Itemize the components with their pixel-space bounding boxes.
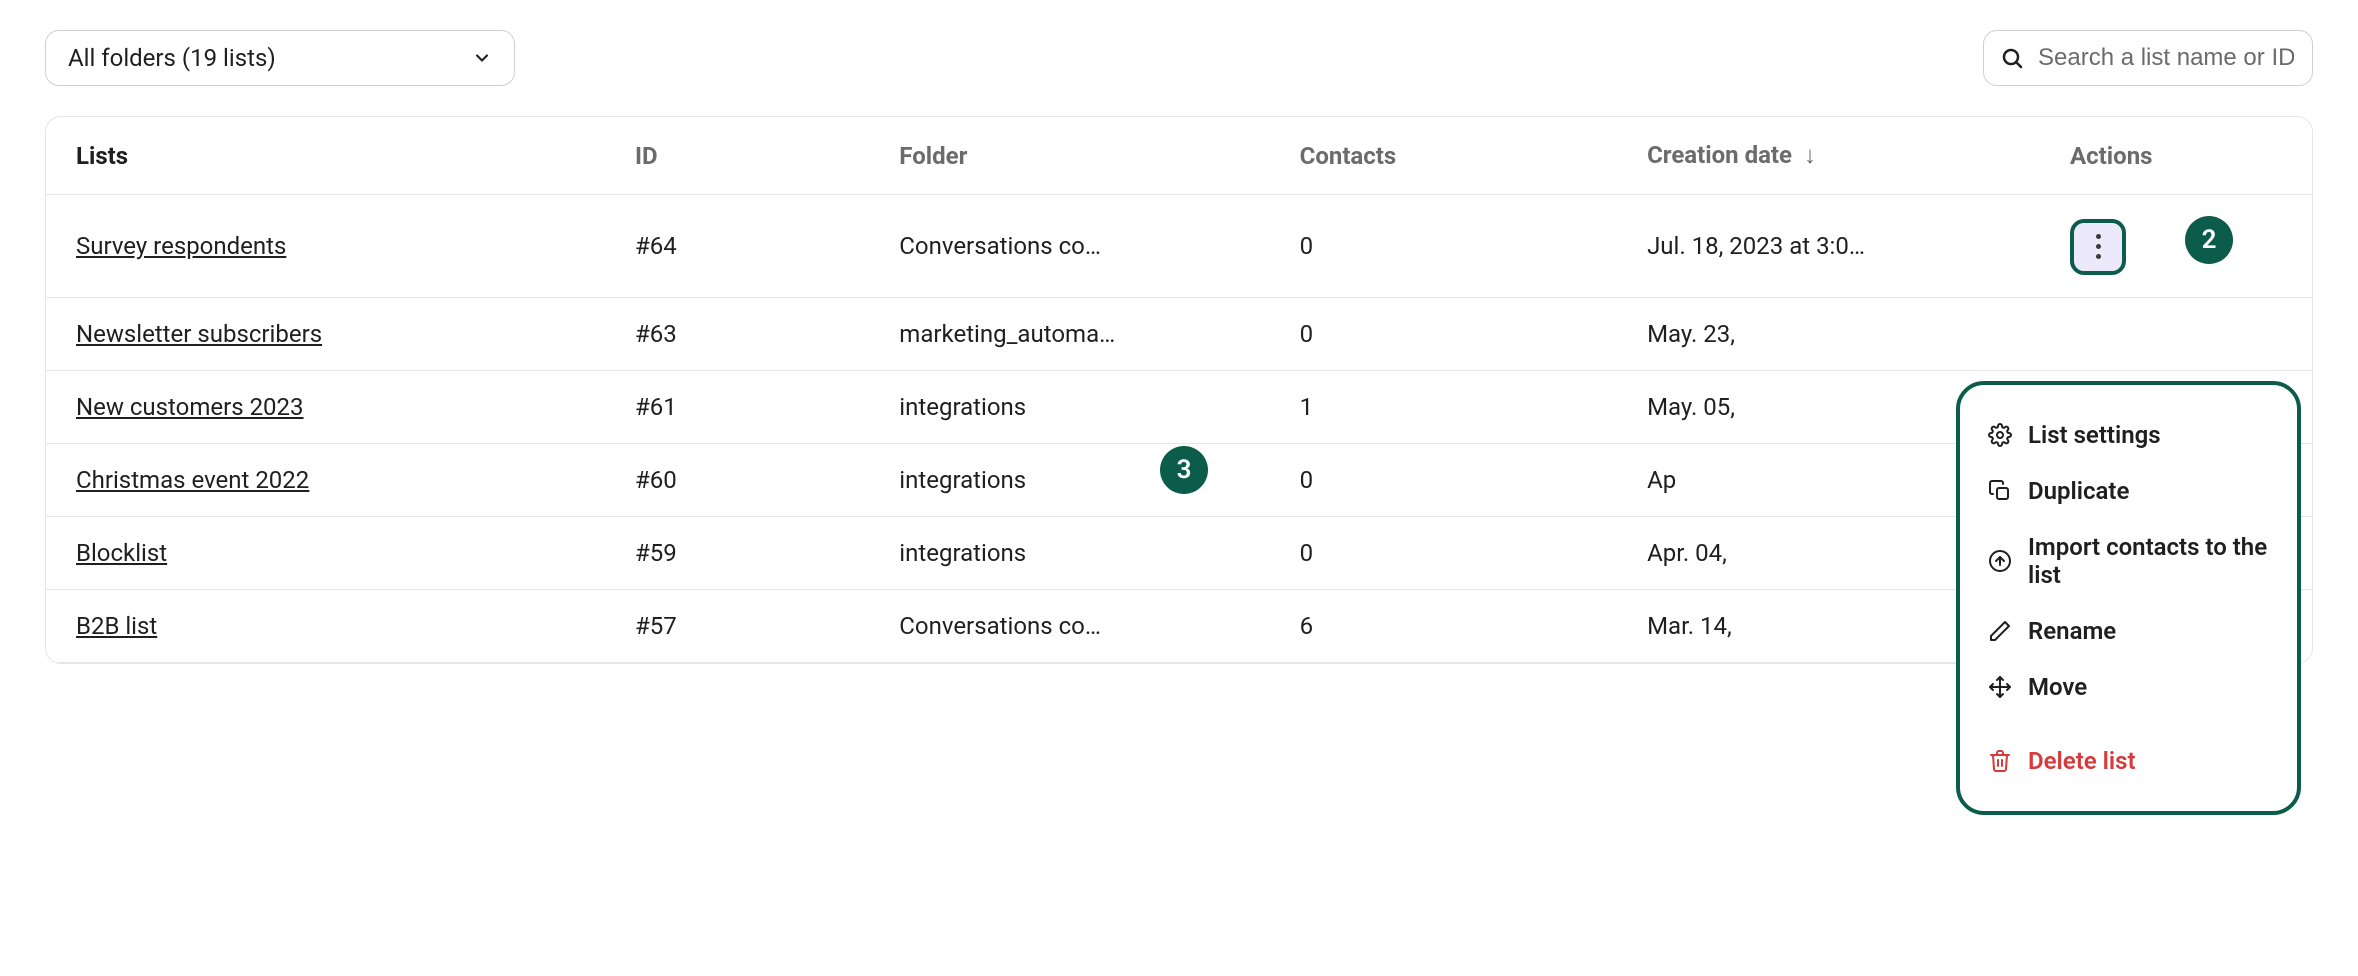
list-contacts: 0 <box>1270 297 1617 370</box>
list-name-link[interactable]: B2B list <box>76 612 157 640</box>
list-name-link[interactable]: Survey respondents <box>76 232 286 260</box>
list-folder: marketing_automa… <box>869 297 1269 370</box>
list-id: #63 <box>605 297 869 370</box>
menu-label: Delete list <box>2028 747 2136 775</box>
pencil-icon <box>1988 619 2012 643</box>
menu-label: Import contacts to the list <box>2028 533 2269 589</box>
menu-label: Move <box>2028 673 2087 701</box>
step-badge-2: 2 <box>2185 216 2233 264</box>
list-contacts: 0 <box>1270 195 1617 298</box>
list-date: Jul. 18, 2023 at 3:0… <box>1617 195 2040 298</box>
arrow-down-icon: ↓ <box>1804 141 1816 169</box>
kebab-icon <box>2096 234 2101 259</box>
table-row: Newsletter subscribers #63 marketing_aut… <box>46 297 2312 370</box>
list-contacts: 1 <box>1270 370 1617 443</box>
list-folder: Conversations co… <box>869 589 1269 662</box>
list-folder: Conversations co… <box>869 195 1269 298</box>
list-id: #59 <box>605 516 869 589</box>
col-folder[interactable]: Folder <box>869 117 1269 195</box>
list-name-link[interactable]: New customers 2023 <box>76 393 304 421</box>
menu-label: Duplicate <box>2028 477 2129 505</box>
list-id: #61 <box>605 370 869 443</box>
list-folder: integrations <box>869 516 1269 589</box>
menu-move[interactable]: Move <box>1960 659 2297 715</box>
folder-select[interactable]: All folders (19 lists) <box>45 30 515 86</box>
menu-import[interactable]: Import contacts to the list <box>1960 519 2297 603</box>
col-id[interactable]: ID <box>605 117 869 195</box>
folder-select-label: All folders (19 lists) <box>68 44 276 72</box>
menu-label: List settings <box>2028 421 2161 449</box>
table-row: Survey respondents #64 Conversations co…… <box>46 195 2312 298</box>
list-folder: integrations <box>869 370 1269 443</box>
search-icon <box>2000 46 2024 70</box>
list-date: May. 23, <box>1617 297 2040 370</box>
list-name-link[interactable]: Newsletter subscribers <box>76 320 322 348</box>
col-creation-date[interactable]: Creation date ↓ <box>1617 117 2040 195</box>
menu-delete[interactable]: Delete list <box>1960 733 2297 789</box>
list-folder: integrations <box>869 443 1269 516</box>
trash-icon <box>1988 749 2012 773</box>
upload-icon <box>1988 549 2012 573</box>
list-name-link[interactable]: Blocklist <box>76 539 167 567</box>
list-name-link[interactable]: Christmas event 2022 <box>76 466 309 494</box>
gear-icon <box>1988 423 2012 447</box>
col-actions: Actions <box>2040 117 2312 195</box>
row-actions-menu: List settings Duplicate Import contacts … <box>1956 381 2301 815</box>
table-header-row: Lists ID Folder Contacts Creation date ↓… <box>46 117 2312 195</box>
step-badge-3: 3 <box>1160 446 1208 494</box>
col-contacts[interactable]: Contacts <box>1270 117 1617 195</box>
move-icon <box>1988 675 2012 699</box>
menu-duplicate[interactable]: Duplicate <box>1960 463 2297 519</box>
copy-icon <box>1988 479 2012 503</box>
list-id: #57 <box>605 589 869 662</box>
row-actions-button[interactable] <box>2070 219 2126 275</box>
list-contacts: 6 <box>1270 589 1617 662</box>
list-contacts: 0 <box>1270 516 1617 589</box>
list-contacts: 0 <box>1270 443 1617 516</box>
menu-list-settings[interactable]: List settings <box>1960 407 2297 463</box>
list-id: #60 <box>605 443 869 516</box>
search-input[interactable] <box>2036 43 2296 73</box>
menu-rename[interactable]: Rename <box>1960 603 2297 659</box>
chevron-down-icon <box>472 48 492 68</box>
list-id: #64 <box>605 195 869 298</box>
menu-label: Rename <box>2028 617 2116 645</box>
col-lists[interactable]: Lists <box>46 117 605 195</box>
search-box[interactable] <box>1983 30 2313 86</box>
col-creation-date-label: Creation date <box>1647 141 1792 169</box>
